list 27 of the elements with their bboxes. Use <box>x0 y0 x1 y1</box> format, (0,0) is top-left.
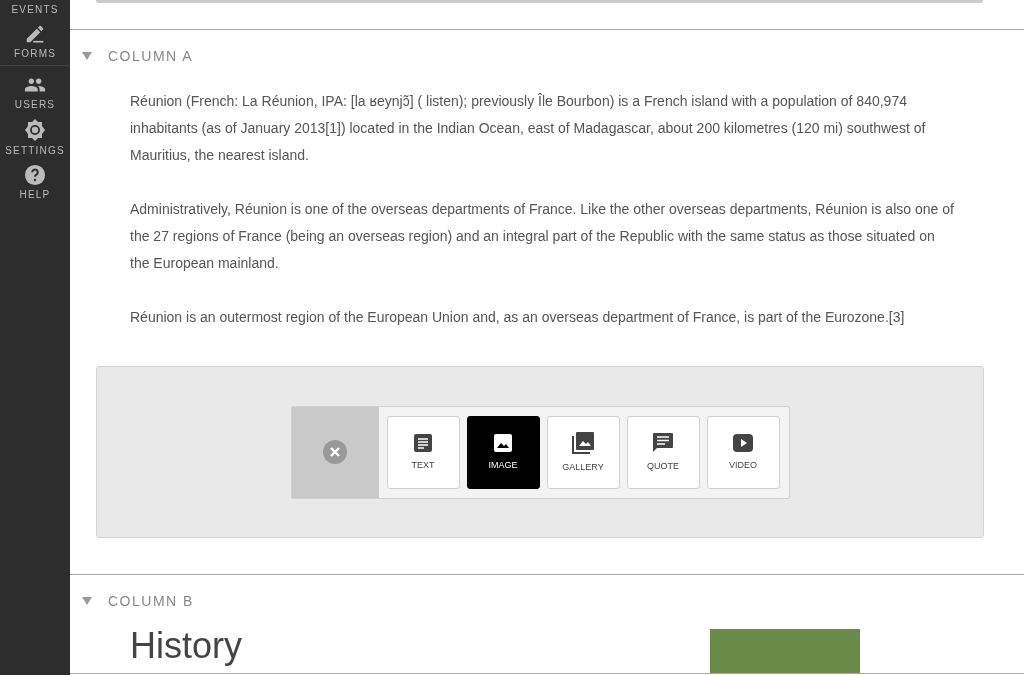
close-icon[interactable] <box>323 440 347 464</box>
column-header[interactable]: COLUMN B <box>70 575 206 623</box>
sidebar-item[interactable]: USERS <box>14 74 56 110</box>
sidebar-item[interactable]: EVENTS <box>11 4 59 15</box>
settings-icon <box>23 118 47 142</box>
pencil-icon <box>24 23 46 45</box>
block-type-button[interactable]: TEXT <box>386 415 460 489</box>
comment-icon <box>653 433 673 453</box>
paragraph: Administratively, Réunion is one of the overseas departments of France. Like the other overseas departments, Réunion is also one of the 27 regions of France (being an overseas region) and an integral part of the Republic with the same status as those situated on the European mainland. <box>130 200 954 273</box>
block-type-button[interactable]: VIDEO <box>706 415 780 489</box>
column-header[interactable]: COLUMN A <box>70 30 206 78</box>
sidebar-item[interactable]: SETTINGS <box>5 118 65 156</box>
block-type-button[interactable]: QUOTE <box>626 415 700 489</box>
sidebar-item[interactable]: FORMS <box>13 23 57 59</box>
collapse-triangle-icon <box>82 597 92 605</box>
collapse-triangle-icon <box>82 52 92 60</box>
block-type-button[interactable]: IMAGE <box>466 415 540 489</box>
text-icon <box>414 434 432 452</box>
paragraph: Réunion is an outermost region of the European Union and, as an overseas department of France, is part of the Eurozone.[3] <box>130 308 906 327</box>
gallery-icon <box>572 432 594 454</box>
block-type-button[interactable]: GALLERY <box>546 415 620 489</box>
section-heading: History <box>130 627 242 668</box>
play-icon <box>733 434 753 452</box>
image-icon <box>494 434 512 452</box>
sidebar-item[interactable]: HELP <box>19 164 51 200</box>
help-icon <box>24 164 46 186</box>
paragraph: Réunion (French: La Réunion, IPA: [la ʁeynjɔ̃] ( listen); previously Île Bourbon) is a French island with a population of 840,974 inhabitants (as of January 2013[1]) located in the Indian Ocean, east of Madagascar, about 200 kilometres (120 mi) southwest of Mauritius, the nearest island. <box>130 92 927 165</box>
